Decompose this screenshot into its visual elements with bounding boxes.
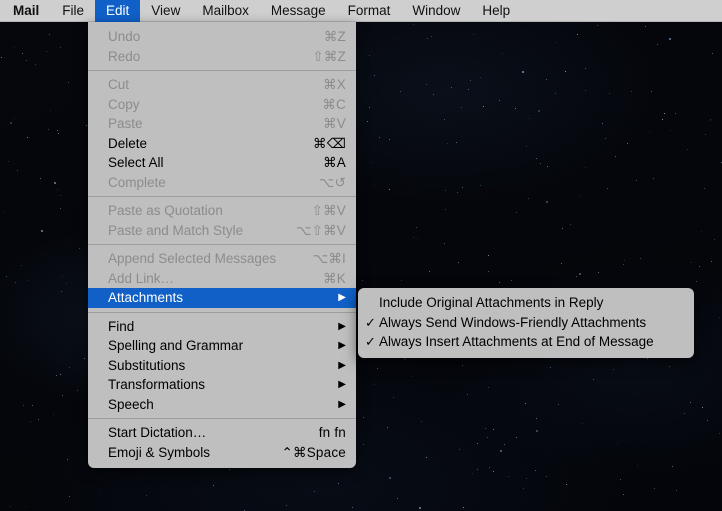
- edit-menu-item-copy: Copy ⌘C: [88, 95, 356, 115]
- menu-item-shortcut: ⌘A: [323, 155, 346, 170]
- edit-menu-item-delete[interactable]: Delete ⌘⌫: [88, 134, 356, 154]
- attachments-submenu-item-always-send-windows-friendly-attachments[interactable]: ✓ Always Send Windows-Friendly Attachment…: [358, 313, 694, 333]
- menu-item-shortcut: ⌥⌘I: [312, 251, 346, 266]
- edit-menu-item-start-dictation[interactable]: Start Dictation… fn fn: [88, 423, 356, 443]
- edit-menu-item-add-link: Add Link… ⌘K: [88, 269, 356, 289]
- menu-item-label: Start Dictation…: [108, 425, 207, 440]
- edit-menu-item-attachments[interactable]: Attachments ▶: [88, 288, 356, 308]
- edit-menu-item-cut: Cut ⌘X: [88, 75, 356, 95]
- menubar-item-window[interactable]: Window: [401, 0, 471, 22]
- edit-menu-item-complete: Complete ⌥↺: [88, 173, 356, 193]
- edit-menu-item-paste-as-quotation: Paste as Quotation ⇧⌘V: [88, 201, 356, 221]
- menubar-item-mail[interactable]: Mail: [0, 0, 51, 22]
- edit-menu-item-append-selected-messages: Append Selected Messages ⌥⌘I: [88, 249, 356, 269]
- edit-menu-item-paste: Paste ⌘V: [88, 114, 356, 134]
- edit-menu-dropdown: Undo ⌘Z Redo ⇧⌘Z Cut ⌘X Copy ⌘C Paste ⌘V Delete ⌘⌫ S…: [88, 22, 356, 468]
- menu-item-shortcut: ⌘K: [323, 270, 346, 286]
- submenu-item-label: Include Original Attachments in Reply: [379, 295, 604, 310]
- edit-menu-item-undo: Undo ⌘Z: [88, 27, 356, 47]
- edit-menu-item-spelling-and-grammar[interactable]: Spelling and Grammar ▶: [88, 336, 356, 356]
- submenu-arrow-icon: ▶: [338, 398, 346, 410]
- menu-item-label: Paste as Quotation: [108, 203, 223, 218]
- menu-item-shortcut: ⌘C: [322, 96, 346, 112]
- menu-item-label: Paste and Match Style: [108, 222, 244, 238]
- menu-item-label: Undo: [108, 29, 141, 44]
- submenu-arrow-icon: ▶: [338, 292, 346, 303]
- submenu-arrow-icon: ▶: [338, 379, 346, 390]
- checkmark-icon: ✓: [365, 334, 376, 349]
- menu-item-label: Copy: [108, 96, 140, 112]
- menubar-item-message[interactable]: Message: [260, 0, 337, 22]
- menu-item-label: Find: [108, 318, 135, 334]
- menu-item-label: Spelling and Grammar: [108, 338, 244, 353]
- menu-item-shortcut: ⌘V: [323, 116, 346, 131]
- menu-item-shortcut: ⌥⇧⌘V: [295, 222, 346, 238]
- menu-item-label: Redo: [108, 48, 141, 64]
- menu-item-shortcut: fn fn: [318, 425, 346, 440]
- menu-separator: [88, 418, 356, 419]
- menu-separator: [88, 70, 356, 71]
- menu-item-shortcut: ⇧⌘Z: [312, 48, 346, 64]
- submenu-arrow-icon: ▶: [338, 359, 346, 371]
- edit-menu-item-select-all[interactable]: Select All ⌘A: [88, 153, 356, 173]
- desktop-screen: Mail File Edit View Mailbox Message Format Wind…: [0, 0, 722, 511]
- submenu-item-label: Always Send Windows-Friendly Attachments: [379, 314, 647, 330]
- edit-menu-item-emoji-symbols[interactable]: Emoji & Symbols ⌃⌘Space: [88, 443, 356, 463]
- edit-menu-item-substitutions[interactable]: Substitutions ▶: [88, 356, 356, 376]
- menu-item-label: Select All: [108, 155, 164, 170]
- checkmark-icon: ✓: [365, 314, 376, 330]
- menu-item-label: Paste: [108, 116, 143, 131]
- menu-item-label: Complete: [108, 174, 166, 190]
- submenu-item-label: Always Insert Attachments at End of Mess…: [379, 334, 654, 349]
- menubar-item-help[interactable]: Help: [471, 0, 521, 22]
- edit-menu-item-find[interactable]: Find ▶: [88, 317, 356, 337]
- edit-menu-item-speech[interactable]: Speech ▶: [88, 395, 356, 415]
- submenu-arrow-icon: ▶: [338, 320, 346, 332]
- menu-item-shortcut: ⌘X: [323, 77, 346, 92]
- attachments-submenu: Include Original Attachments in Reply ✓ Al…: [358, 288, 694, 358]
- menubar-item-view[interactable]: View: [140, 0, 191, 22]
- menu-item-label: Transformations: [108, 377, 206, 392]
- menu-item-label: Add Link…: [108, 270, 175, 286]
- menu-item-label: Emoji & Symbols: [108, 444, 211, 460]
- menu-separator: [88, 311, 356, 313]
- menu-item-shortcut: ⌃⌘Space: [281, 444, 346, 460]
- edit-menu-item-redo: Redo ⇧⌘Z: [88, 47, 356, 67]
- menubar-item-format[interactable]: Format: [337, 0, 402, 22]
- menu-item-label: Attachments: [108, 290, 184, 305]
- attachments-submenu-item-include-original-attachments-in-reply[interactable]: Include Original Attachments in Reply: [358, 293, 694, 313]
- menu-item-shortcut: ⇧⌘V: [311, 203, 346, 218]
- menubar-item-edit[interactable]: Edit: [95, 0, 141, 22]
- menu-item-shortcut: ⌘⌫: [313, 135, 346, 151]
- menu-separator: [88, 244, 356, 245]
- menu-separator: [88, 196, 356, 197]
- submenu-arrow-icon: ▶: [338, 340, 346, 351]
- attachments-submenu-item-always-insert-attachments-at-end-of-message[interactable]: ✓ Always Insert Attachments at End of Mes…: [358, 332, 694, 352]
- menubar-item-file[interactable]: File: [51, 0, 95, 22]
- menu-item-label: Substitutions: [108, 357, 186, 373]
- menu-item-label: Delete: [108, 135, 148, 151]
- edit-menu-item-paste-and-match-style: Paste and Match Style ⌥⇧⌘V: [88, 221, 356, 241]
- menu-item-label: Append Selected Messages: [108, 251, 277, 266]
- menubar-item-mailbox[interactable]: Mailbox: [191, 0, 260, 22]
- menu-item-label: Speech: [108, 396, 154, 412]
- edit-menu-item-transformations[interactable]: Transformations ▶: [88, 375, 356, 395]
- menu-item-label: Cut: [108, 77, 130, 92]
- menu-item-shortcut: ⌥↺: [318, 174, 346, 190]
- menu-item-shortcut: ⌘Z: [323, 29, 346, 44]
- menu-bar: Mail File Edit View Mailbox Message Format Wind…: [0, 0, 722, 22]
